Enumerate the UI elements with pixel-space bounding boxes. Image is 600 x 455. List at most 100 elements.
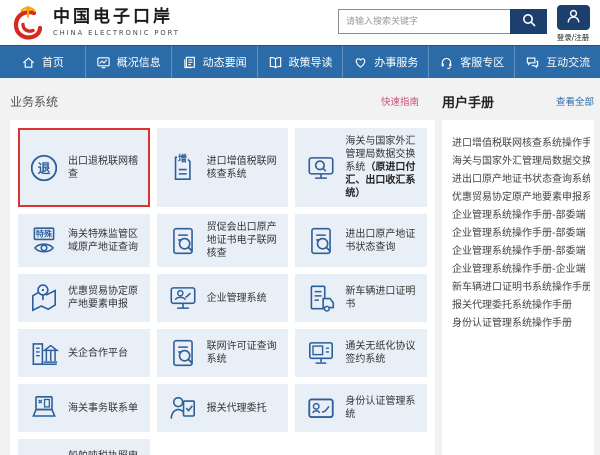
system-label: 关企合作平台 (68, 347, 128, 360)
manual-link[interactable]: 报关代理委托系统操作手册 (452, 297, 590, 315)
system-label: 进口增值税联网核查系统 (207, 155, 280, 181)
business-system-card[interactable]: 进出口原产地证书状态查询 (295, 214, 427, 267)
system-label: 进出口原产地证书状态查询 (345, 228, 418, 254)
nav-label: 概况信息 (117, 54, 161, 70)
business-systems-panel: 退 出口退税联网稽查 增 进口增值税联网核查系统 海关与国家外汇管理局数据交换系… (10, 120, 435, 455)
business-system-card[interactable]: 特殊 海关特殊监管区域原产地证查询 (18, 214, 150, 267)
system-label: 贸促会出口原产地证书电子联网核查 (207, 221, 280, 260)
business-system-card[interactable]: 企业管理系统 (157, 274, 289, 322)
manual-link[interactable]: 企业管理系统操作手册-部委端 (452, 243, 590, 261)
enterprise-monitor-icon (166, 282, 200, 314)
nav-label: 动态要闻 (203, 54, 247, 70)
view-all-link[interactable]: 查看全部 (556, 94, 594, 108)
nav-item-news[interactable]: 动态要闻 (172, 46, 258, 78)
ship-tonnage-icon (27, 447, 61, 455)
system-label: 身份认证管理系统 (345, 395, 418, 421)
user-manual-panel: 进口增值税联网核查系统操作手册海关与国家外汇管理局数据交换系进出口原产地证书状态… (442, 120, 594, 455)
business-systems-title: 业务系统 (10, 93, 58, 110)
system-label: 报关代理委托 (207, 402, 267, 415)
certificate-search-icon (304, 225, 338, 257)
system-label: 出口退税联网稽查 (68, 155, 141, 181)
system-label: 企业管理系统 (207, 292, 267, 305)
svg-text:增: 增 (178, 152, 187, 164)
system-label: 新车辆进口证明书 (345, 285, 418, 311)
system-label: 海关特殊监管区域原产地证查询 (68, 228, 141, 254)
site-subtitle: CHINA ELECTRONIC PORT (53, 29, 180, 37)
home-icon (21, 55, 36, 70)
business-system-card[interactable]: 新车辆进口证明书 (295, 274, 427, 322)
business-system-card[interactable]: 船舶吨税执照申请 (18, 439, 150, 455)
business-system-card[interactable]: 通关无纸化协议签约系统 (295, 329, 427, 377)
system-label: 海关与国家外汇管理局数据交换系统（原进口付汇、出口收汇系统） (345, 135, 418, 200)
manual-link[interactable]: 优惠贸易协定原产地要素申报系统 (452, 189, 590, 207)
manual-link[interactable]: 海关与国家外汇管理局数据交换系 (452, 153, 590, 171)
main-nav: 首页 概况信息 动态要闻 政策导读 办事服务 客服专区 互动交流 (0, 45, 600, 78)
main-content: 退 出口退税联网稽查 增 进口增值税联网核查系统 海关与国家外汇管理局数据交换系… (0, 120, 600, 455)
business-system-card[interactable]: 退 出口退税联网稽查 (18, 128, 150, 207)
nav-item-services-heart[interactable]: 办事服务 (343, 46, 429, 78)
nav-label: 办事服务 (374, 54, 418, 70)
manual-link[interactable]: 企业管理系统操作手册-企业端 (452, 261, 590, 279)
manual-link[interactable]: 身份认证管理系统操作手册 (452, 315, 590, 333)
site-header: 中国电子口岸 CHINA ELECTRONIC PORT 登录/注册 (0, 0, 600, 45)
site-title: 中国电子口岸 (53, 8, 180, 27)
business-system-card[interactable]: 关企合作平台 (18, 329, 150, 377)
quick-guide-link[interactable]: 快速指南 (381, 94, 419, 108)
login-register-link[interactable]: 登录/注册 (553, 32, 593, 43)
customs-enterprise-building-icon (27, 337, 61, 369)
manual-link[interactable]: 企业管理系统操作手册-部委端 (452, 207, 590, 225)
business-system-card[interactable]: 增 进口增值税联网核查系统 (157, 128, 289, 207)
search-bar (338, 9, 547, 34)
system-label: 联网许可证查询系统 (207, 340, 280, 366)
vehicle-import-doc-icon (304, 282, 338, 314)
login-area: 登录/注册 (553, 5, 593, 43)
manual-link[interactable]: 进出口原产地证书状态查询系统操 (452, 171, 590, 189)
special-supervision-eye-icon: 特殊 (27, 225, 61, 257)
nav-item-support-headset[interactable]: 客服专区 (429, 46, 515, 78)
support-headset-icon (439, 55, 454, 70)
business-systems-grid: 退 出口退税联网稽查 增 进口增值税联网核查系统 海关与国家外汇管理局数据交换系… (18, 128, 427, 455)
section-header: 业务系统 快速指南 用户手册 查看全部 (0, 78, 600, 120)
vat-invoice-icon: 增 (166, 152, 200, 184)
user-manual-list: 进口增值税联网核查系统操作手册海关与国家外汇管理局数据交换系进出口原产地证书状态… (452, 135, 590, 333)
business-system-card[interactable]: 联网许可证查询系统 (157, 329, 289, 377)
business-system-card[interactable]: 海关事务联系单 (18, 384, 150, 432)
news-icon (182, 55, 197, 70)
search-input[interactable] (338, 9, 510, 34)
nav-label: 互动交流 (546, 54, 590, 70)
overview-icon (96, 55, 111, 70)
user-icon (564, 7, 583, 29)
nav-item-overview[interactable]: 概况信息 (86, 46, 172, 78)
identity-card-icon (304, 392, 338, 424)
user-manual-title: 用户手册 (442, 92, 494, 111)
agent-clipboard-icon (166, 392, 200, 424)
customs-laptop-icon (27, 392, 61, 424)
business-system-card[interactable]: 海关与国家外汇管理局数据交换系统（原进口付汇、出口收汇系统） (295, 128, 427, 207)
nav-item-home[interactable]: 首页 (0, 46, 86, 78)
system-label: 优惠贸易协定原产地要素申报 (68, 285, 141, 311)
business-system-card[interactable]: 贸促会出口原产地证书电子联网核查 (157, 214, 289, 267)
user-account-button[interactable] (557, 5, 590, 30)
interaction-chat-icon (525, 55, 540, 70)
services-heart-icon (353, 55, 368, 70)
search-icon (521, 12, 537, 31)
svg-text:退: 退 (38, 161, 51, 176)
search-button[interactable] (510, 9, 547, 34)
svg-text:特殊: 特殊 (36, 228, 53, 238)
manual-link[interactable]: 进口增值税联网核查系统操作手册 (452, 135, 590, 153)
map-pin-declare-icon (27, 282, 61, 314)
system-label: 通关无纸化协议签约系统 (345, 340, 418, 366)
nav-label: 客服专区 (460, 54, 504, 70)
system-label: 船舶吨税执照申请 (68, 450, 141, 455)
business-system-card[interactable]: 优惠贸易协定原产地要素申报 (18, 274, 150, 322)
nav-item-policy-book[interactable]: 政策导读 (258, 46, 344, 78)
site-logo[interactable]: 中国电子口岸 CHINA ELECTRONIC PORT (10, 4, 180, 42)
tax-refund-seal-icon: 退 (27, 152, 61, 184)
manual-link[interactable]: 新车辆进口证明书系统操作手册 (452, 279, 590, 297)
business-system-card[interactable]: 身份认证管理系统 (295, 384, 427, 432)
port-emblem-icon (10, 4, 46, 42)
business-system-card[interactable]: 报关代理委托 (157, 384, 289, 432)
manual-link[interactable]: 企业管理系统操作手册-部委端 (452, 225, 590, 243)
nav-label: 政策导读 (289, 54, 333, 70)
nav-item-interaction-chat[interactable]: 互动交流 (515, 46, 600, 78)
